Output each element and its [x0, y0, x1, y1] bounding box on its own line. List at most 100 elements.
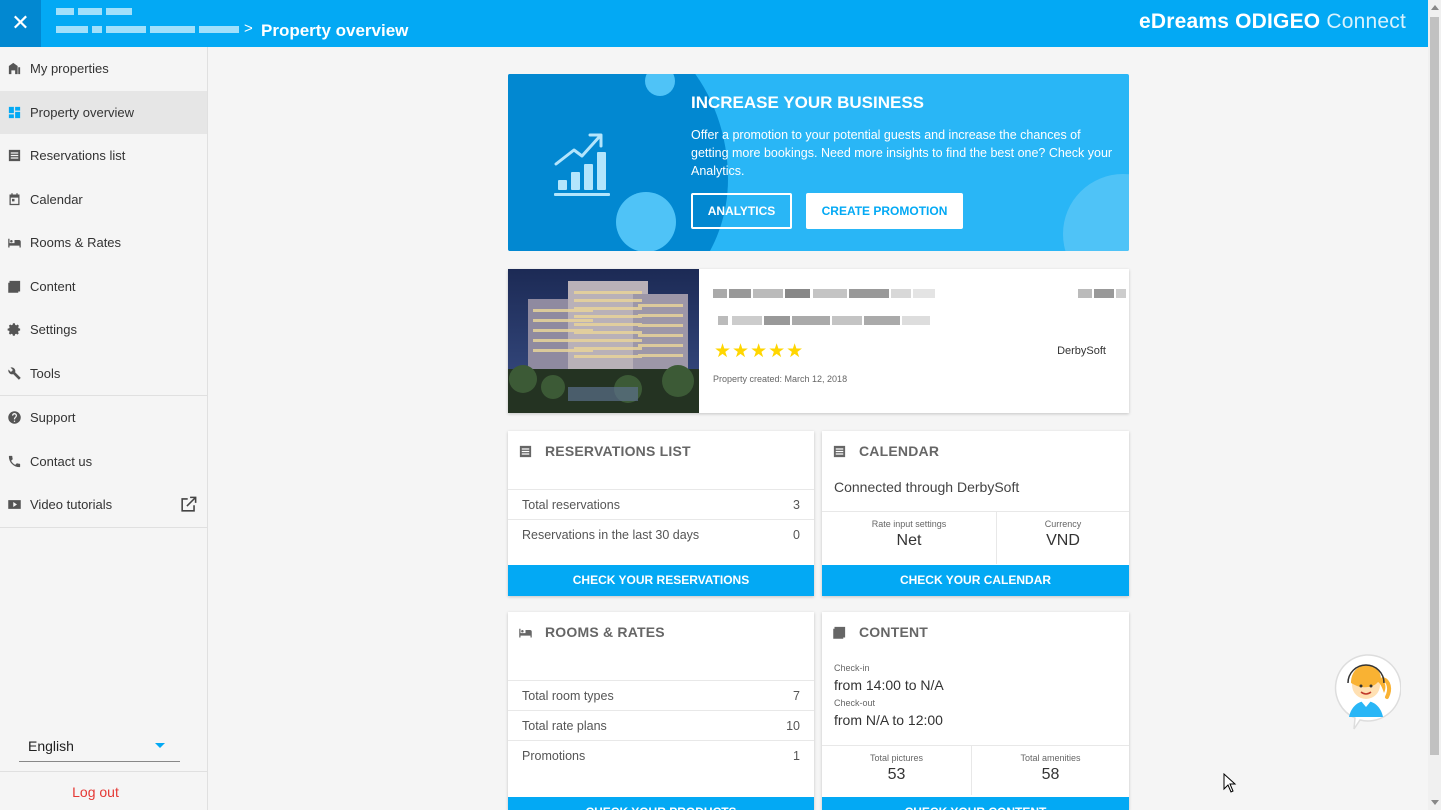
stat-value: 58: [1041, 766, 1060, 783]
stat-label: Currency: [1044, 519, 1082, 529]
brand-suffix: Connect: [1326, 10, 1406, 33]
sidebar-item-label: Rooms & Rates: [30, 235, 122, 251]
table-row: Total rate plans 10: [508, 710, 814, 740]
sidebar-item-reservations-list[interactable]: Reservations list: [0, 134, 207, 178]
checkout-value: from N/A to 12:00: [834, 712, 943, 728]
row-value: 1: [793, 749, 800, 763]
row-label: Total room types: [522, 689, 614, 703]
external-link-icon[interactable]: [179, 495, 198, 514]
stat-label: Rate input settings: [871, 519, 947, 529]
row-value: 10: [786, 719, 800, 733]
row-value: 7: [793, 689, 800, 703]
sidebar-item-label: My properties: [30, 61, 109, 77]
card-divider: [822, 745, 1129, 746]
star-rating: ★★★★★: [714, 341, 805, 362]
breadcrumb-separator: >: [244, 20, 253, 37]
sidebar-item-support[interactable]: Support: [0, 396, 207, 440]
check-calendar-button[interactable]: CHECK YOUR CALENDAR: [822, 565, 1129, 596]
bed-icon: [519, 628, 532, 637]
promo-circle: [616, 192, 676, 251]
table-row: Reservations in the last 30 days 0: [508, 519, 814, 549]
card-header: ROOMS & RATES: [518, 624, 665, 640]
scrollbar[interactable]: [1428, 0, 1441, 810]
card-title: CONTENT: [859, 624, 929, 640]
scrollbar-thumb[interactable]: [1430, 17, 1439, 755]
table-row: Promotions 1: [508, 740, 814, 770]
sidebar-item-video-tutorials[interactable]: Video tutorials: [0, 483, 207, 527]
property-card: ★★★★★ DerbySoft Property created: March …: [508, 269, 1129, 413]
phone-icon: [6, 453, 22, 469]
property-name-redacted: [713, 289, 935, 298]
sidebar-item-label: Support: [30, 410, 76, 426]
promo-banner: INCREASE YOUR BUSINESS Offer a promotion…: [508, 74, 1129, 251]
scroll-up-icon[interactable]: [1431, 5, 1439, 10]
row-label: Total rate plans: [522, 719, 607, 733]
sidebar-item-tools[interactable]: Tools: [0, 352, 207, 396]
analytics-button[interactable]: ANALYTICS: [691, 193, 792, 229]
scroll-down-icon[interactable]: [1431, 800, 1439, 805]
brand-name: eDreams ODIGEO: [1138, 10, 1321, 33]
checkin-label: Check-in: [834, 663, 870, 673]
rooms-rates-card: ROOMS & RATES Total room types 7 Total r…: [508, 612, 814, 810]
card-title: ROOMS & RATES: [545, 624, 665, 640]
reservations-card: RESERVATIONS LIST Total reservations 3 R…: [508, 431, 814, 596]
language-select[interactable]: English: [19, 733, 180, 762]
stat-value: Net: [896, 532, 922, 549]
card-title: RESERVATIONS LIST: [545, 443, 691, 459]
row-value: 3: [793, 498, 800, 512]
sidebar-item-label: Content: [30, 278, 76, 294]
sidebar-item-calendar[interactable]: Calendar: [0, 178, 207, 222]
check-products-button[interactable]: CHECK YOUR PRODUCTS: [508, 797, 814, 810]
currency-stat: Currency VND: [997, 519, 1129, 550]
checkin-value: from 14:00 to N/A: [834, 677, 944, 693]
page-title: Property overview: [261, 21, 409, 40]
card-header: CONTENT: [832, 624, 928, 640]
breadcrumb-redacted[interactable]: [56, 6, 241, 40]
mouse-cursor-icon: [1223, 773, 1237, 793]
calendar-card: CALENDAR Connected through DerbySoft Rat…: [822, 431, 1129, 596]
card-header: CALENDAR: [832, 443, 939, 459]
checkout-label: Check-out: [834, 698, 876, 708]
list-icon: [519, 445, 532, 457]
building-icon: [6, 61, 22, 77]
property-photo[interactable]: [508, 269, 699, 413]
check-content-button[interactable]: CHECK YOUR CONTENT: [822, 797, 1129, 810]
card-divider: [822, 511, 1129, 512]
sidebar-item-content[interactable]: Content: [0, 265, 207, 309]
sidebar-item-rooms-rates[interactable]: Rooms & Rates: [0, 221, 207, 265]
bed-icon: [6, 235, 22, 251]
brand-logo: eDreams ODIGEO Connect: [1139, 10, 1406, 34]
promo-title: INCREASE YOUR BUSINESS: [691, 93, 925, 112]
support-chat-avatar-icon[interactable]: [1331, 653, 1402, 731]
connection-status: Connected through DerbySoft: [834, 479, 1020, 495]
sidebar: My properties Property overview Reservat…: [0, 47, 208, 810]
logout-link[interactable]: Log out: [0, 784, 191, 800]
property-id-redacted: [1078, 289, 1126, 298]
stat-value: 53: [887, 766, 906, 783]
sidebar-item-settings[interactable]: Settings: [0, 308, 207, 352]
rate-input-stat: Rate input settings Net: [822, 519, 996, 550]
chart-growth-icon: [554, 133, 610, 196]
image-icon: [6, 278, 22, 294]
card-header: RESERVATIONS LIST: [518, 443, 691, 459]
row-value: 0: [793, 528, 800, 542]
table-row: Total reservations 3: [508, 489, 814, 519]
sidebar-item-my-properties[interactable]: My properties: [0, 47, 207, 91]
create-promotion-button[interactable]: CREATE PROMOTION: [806, 193, 963, 229]
card-title: CALENDAR: [859, 443, 940, 459]
content-card: CONTENT Check-in from 14:00 to N/A Check…: [822, 612, 1129, 810]
sidebar-item-contact-us[interactable]: Contact us: [0, 440, 207, 484]
language-value: English: [28, 738, 74, 754]
wrench-icon: [6, 365, 22, 381]
check-reservations-button[interactable]: CHECK YOUR RESERVATIONS: [508, 565, 814, 596]
help-icon: [6, 410, 22, 426]
stat-label: Total pictures: [869, 753, 924, 763]
list-icon: [6, 148, 22, 164]
table-row: Total room types 7: [508, 680, 814, 710]
image-icon: [833, 626, 846, 639]
stat-label: Total amenities: [1020, 753, 1081, 763]
gear-icon: [6, 322, 22, 338]
close-icon[interactable]: ✕: [0, 0, 41, 47]
sidebar-item-property-overview[interactable]: Property overview: [0, 90, 207, 134]
property-address-redacted: [718, 316, 930, 325]
